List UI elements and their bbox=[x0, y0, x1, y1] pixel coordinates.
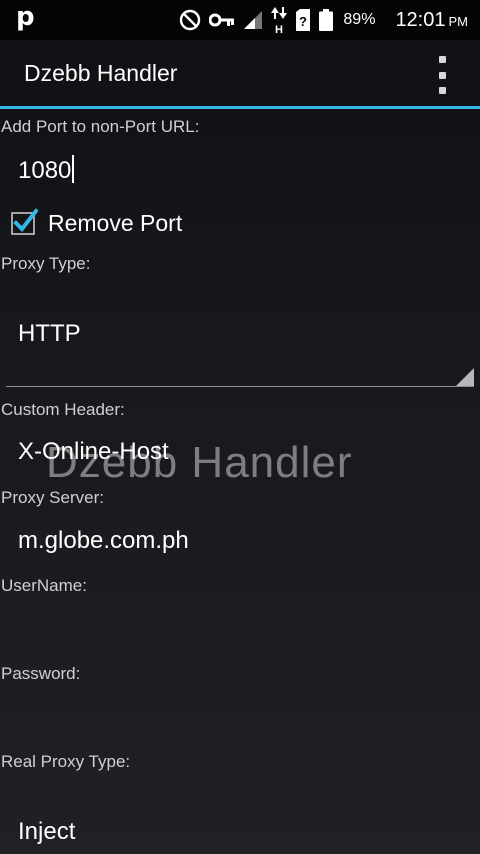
real-proxy-type-label: Real Proxy Type: bbox=[1, 752, 131, 771]
action-bar: Dzebb Handler bbox=[0, 40, 480, 109]
proxy-type-spinner-underline bbox=[6, 386, 474, 387]
proxy-type-spinner[interactable]: HTTP bbox=[18, 320, 81, 348]
checkmark-icon bbox=[11, 208, 38, 235]
app-title: Dzebb Handler bbox=[24, 60, 178, 86]
port-label: Add Port to non-Port URL: bbox=[1, 117, 200, 136]
custom-header-label: Custom Header: bbox=[1, 400, 125, 419]
svg-text:H: H bbox=[275, 24, 283, 34]
remove-port-label: Remove Port bbox=[48, 209, 183, 236]
username-label: UserName: bbox=[1, 576, 87, 595]
clock-ampm: PM bbox=[448, 13, 469, 29]
username-input[interactable] bbox=[18, 614, 458, 644]
overflow-dot-icon bbox=[438, 71, 446, 79]
app-screen: p H ? 89% 12:01 PM Dzebb Handler Add Por… bbox=[0, 0, 480, 854]
status-icons: H ? 89% 12:01 PM bbox=[179, 0, 468, 40]
clock-time: 12:01 bbox=[395, 8, 446, 31]
overflow-menu-button[interactable] bbox=[432, 56, 452, 94]
svg-text:?: ? bbox=[299, 14, 307, 29]
proxy-server-input[interactable]: m.globe.com.ph bbox=[18, 527, 189, 555]
proxy-server-label: Proxy Server: bbox=[1, 488, 104, 507]
data-arrows-icon: H bbox=[271, 7, 288, 34]
battery-icon bbox=[319, 9, 334, 31]
custom-header-input[interactable]: X-Online-Host bbox=[18, 438, 169, 466]
notification-p-icon: p bbox=[16, 2, 35, 32]
real-proxy-type-value: Inject bbox=[18, 818, 76, 845]
spinner-dropdown-icon bbox=[456, 368, 474, 386]
custom-header-value: X-Online-Host bbox=[18, 438, 169, 465]
do-not-disturb-icon bbox=[180, 9, 201, 31]
signal-icon bbox=[244, 11, 263, 29]
battery-percent: 89% bbox=[343, 11, 376, 28]
clock: 12:01 PM bbox=[395, 9, 468, 32]
sim-unknown-icon: ? bbox=[296, 9, 311, 31]
proxy-type-label: Proxy Type: bbox=[1, 254, 91, 273]
remove-port-checkbox[interactable] bbox=[11, 208, 38, 235]
proxy-server-value: m.globe.com.ph bbox=[18, 527, 189, 554]
vpn-key-icon bbox=[209, 13, 235, 27]
real-proxy-type-spinner[interactable]: Inject bbox=[18, 818, 75, 846]
password-input[interactable] bbox=[18, 702, 458, 732]
text-cursor bbox=[72, 155, 75, 183]
password-label: Password: bbox=[1, 664, 81, 683]
overflow-dot-icon bbox=[438, 87, 446, 94]
port-input[interactable]: 1080 bbox=[18, 155, 75, 185]
overflow-dot-icon bbox=[438, 56, 446, 63]
proxy-type-value: HTTP bbox=[18, 320, 81, 347]
status-bar: p H ? 89% 12:01 PM bbox=[0, 0, 480, 40]
port-input-text: 1080 bbox=[18, 157, 72, 184]
remove-port-checkbox-row[interactable]: Remove Port bbox=[11, 207, 183, 239]
